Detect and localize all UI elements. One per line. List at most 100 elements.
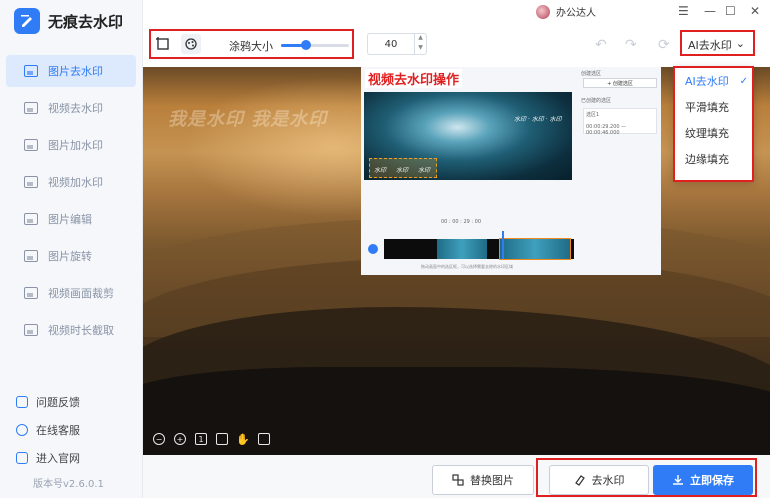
brush-size-stepper[interactable]: 40 ▲ ▼ [367, 33, 427, 55]
inset-selection-box: 水印 水印 水印 [369, 158, 437, 178]
zoom-out-icon[interactable]: − [153, 433, 165, 445]
avatar [536, 4, 550, 19]
inset-area-name: 选区1 [586, 112, 600, 118]
crop-icon [24, 287, 38, 299]
inset-created-label: 已创建的选区 [581, 98, 612, 104]
sidebar-item-video-crop[interactable]: 视频画面裁剪 [6, 277, 136, 309]
brush-icon [185, 38, 197, 50]
brush-size-slider[interactable] [281, 40, 349, 50]
user-name: 办公达人 [556, 8, 596, 19]
sidebar-item-image-add-watermark[interactable]: 图片加水印 [6, 129, 136, 161]
mode-dropdown-menu: AI去水印 ✓ 平滑填充 纹理填充 边缘填充 [673, 66, 754, 182]
website-link[interactable]: 进入官网 [16, 450, 80, 466]
sidebar-item-image-rotate[interactable]: 图片旋转 [6, 240, 136, 272]
sidebar-item-video-remove-watermark[interactable]: 视频去水印 [6, 92, 136, 124]
inset-create-button: + 创建选区 [583, 78, 657, 88]
inset-area-card: 选区1 00:00:29.200 — 00:00:46.000 [583, 108, 657, 136]
feedback-icon [16, 396, 28, 408]
inset-playhead [502, 231, 504, 259]
sidebar-item-video-trim[interactable]: 视频时长截取 [6, 314, 136, 346]
inset-area-time: 00:00:29.200 — 00:00:46.000 [586, 124, 627, 136]
maximize-icon[interactable]: ☐ [725, 4, 736, 18]
rotate-icon [24, 250, 38, 262]
version-label: 版本号v2.6.0.1 [33, 479, 104, 490]
image-add-icon [24, 139, 38, 151]
swap-icon [452, 474, 464, 486]
mode-dropdown[interactable]: AI去水印 ⌄ [688, 37, 745, 53]
inset-timeline [364, 227, 574, 260]
menu-item-ai-remove[interactable]: AI去水印 ✓ [675, 68, 752, 94]
play-icon [368, 244, 378, 254]
toolbar: 涂鸦大小 40 ▲ ▼ ↶ ↷ ⟳ AI去水印 ⌄ [143, 25, 770, 67]
sidebar-item-label: 视频去水印 [48, 102, 103, 115]
rect-select-icon [156, 37, 169, 50]
sidebar-item-label: 图片旋转 [48, 250, 92, 263]
website-icon [16, 452, 28, 464]
rect-select-tool[interactable] [153, 34, 173, 54]
brush-size-value[interactable]: 40 [368, 39, 414, 50]
sidebar-item-label: 图片去水印 [48, 65, 103, 78]
remove-watermark-button[interactable]: 去水印 [549, 465, 649, 495]
redo-icon[interactable]: ↷ [625, 37, 637, 53]
hand-icon[interactable]: ✋ [236, 433, 250, 446]
actual-size-icon[interactable]: 1 [195, 433, 207, 445]
inset-timecode: 00 : 00 : 29 : 00 [441, 219, 482, 225]
sidebar-item-label: 视频时长截取 [48, 324, 114, 337]
eraser-icon [574, 475, 585, 486]
check-icon: ✓ [739, 75, 748, 87]
download-icon [673, 475, 683, 485]
inset-hint: 拖动画面中的选区框，可以选择需要去除的水印区域 [421, 264, 513, 269]
video-icon [24, 102, 38, 114]
canvas-watermark-text: 我是水印 我是水印 [168, 109, 328, 130]
title-bar: 办公达人 ☰ — ☐ ✕ [143, 0, 770, 25]
chevron-down-icon: ⌄ [735, 37, 745, 50]
video-add-icon [24, 176, 38, 188]
inset-create-label: 创建选区 [581, 71, 602, 77]
menu-item-edge-fill[interactable]: 边缘填充 [675, 146, 752, 172]
menu-item-texture-fill[interactable]: 纹理填充 [675, 120, 752, 146]
sidebar-nav: 图片去水印 视频去水印 图片加水印 视频加水印 图片编辑 图片旋转 视频画面裁剪… [6, 55, 136, 351]
undo-icon[interactable]: ↶ [595, 37, 607, 53]
sidebar-item-video-add-watermark[interactable]: 视频加水印 [6, 166, 136, 198]
minimize-icon[interactable]: — [704, 4, 716, 18]
brush-tool[interactable] [181, 34, 201, 54]
user-info[interactable]: 办公达人 [536, 4, 596, 19]
reset-icon[interactable]: ⟳ [658, 37, 670, 53]
inset-video-frame: 水印 · 水印 · 水印 水印 水印 水印 [364, 92, 572, 180]
online-service-link[interactable]: 在线客服 [16, 422, 80, 438]
inset-clip [437, 239, 487, 259]
service-icon [16, 424, 28, 436]
replace-image-button[interactable]: 替换图片 [432, 465, 534, 495]
compare-icon[interactable] [258, 433, 270, 445]
menu-item-smooth-fill[interactable]: 平滑填充 [675, 94, 752, 120]
sidebar-item-image-remove-watermark[interactable]: 图片去水印 [6, 55, 136, 87]
inset-title: 视频去水印操作 [365, 69, 463, 88]
logo-icon [14, 8, 40, 34]
sidebar-item-label: 图片编辑 [48, 213, 92, 226]
menu-icon[interactable]: ☰ [678, 4, 689, 18]
sidebar-item-label: 图片加水印 [48, 139, 103, 152]
chevron-down-icon[interactable]: ▼ [418, 44, 423, 54]
feedback-link[interactable]: 问题反馈 [16, 394, 80, 410]
sidebar-item-label: 视频画面裁剪 [48, 287, 114, 300]
tutorial-inset: 视频去水印操作 水印 · 水印 · 水印 水印 水印 水印 创建选区 + 创建选… [361, 67, 661, 275]
chevron-up-icon[interactable]: ▲ [418, 34, 423, 44]
trim-icon [24, 324, 38, 336]
sidebar-item-label: 视频加水印 [48, 176, 103, 189]
app-title: 无痕去水印 [48, 12, 124, 31]
brush-size-label: 涂鸦大小 [229, 40, 273, 53]
image-edit-icon [24, 213, 38, 225]
inset-video-watermark: 水印 · 水印 · 水印 [514, 116, 562, 123]
inset-side-panel: 创建选区 + 创建选区 已创建的选区 选区1 00:00:29.200 — 00… [581, 70, 659, 190]
save-now-button[interactable]: 立即保存 [653, 465, 753, 495]
zoom-in-icon[interactable]: + [174, 433, 186, 445]
sidebar: 无痕去水印 图片去水印 视频去水印 图片加水印 视频加水印 图片编辑 图片旋转 … [0, 0, 143, 498]
mode-selected: AI去水印 [688, 39, 732, 52]
close-icon[interactable]: ✕ [750, 4, 760, 18]
inset-selected-clip [499, 238, 571, 260]
fit-screen-icon[interactable] [216, 433, 228, 445]
app-logo: 无痕去水印 [14, 8, 123, 34]
image-icon [24, 65, 38, 77]
sidebar-item-image-edit[interactable]: 图片编辑 [6, 203, 136, 235]
bottom-action-bar: 替换图片 去水印 立即保存 [143, 455, 770, 498]
